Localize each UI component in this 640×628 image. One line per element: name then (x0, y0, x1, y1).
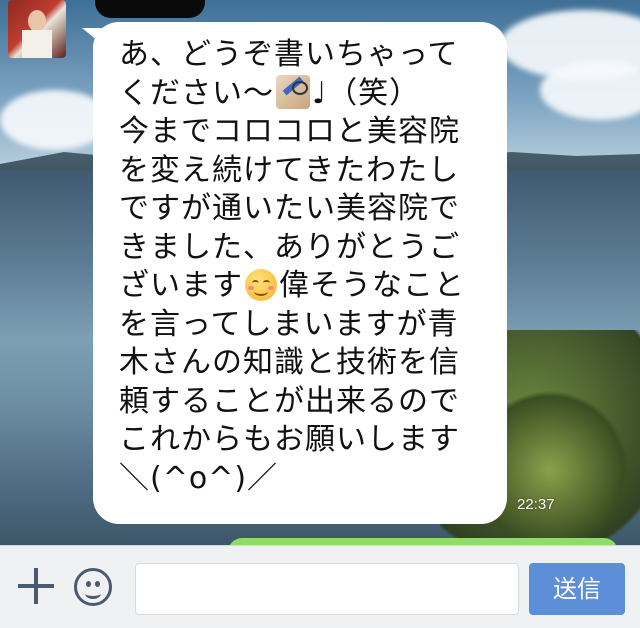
message-line: ざいます 偉そうなこと (119, 267, 493, 306)
message-line: ＼(^o^)／ (119, 460, 279, 496)
plus-icon[interactable] (16, 566, 56, 606)
avatar-face (28, 10, 46, 32)
message-line: 今までコロコロと美容院 (119, 114, 460, 149)
message-input[interactable] (135, 563, 519, 615)
smiley-icon[interactable] (74, 568, 112, 606)
smiley-mouth (85, 588, 101, 599)
message-text: ざいます (119, 268, 243, 303)
message-timestamp: 22:37 (517, 496, 555, 513)
message-composer: 送信 (0, 545, 640, 628)
message-text: ください〜 (119, 75, 274, 111)
message-text: 偉そうなこと (279, 268, 465, 303)
message-line: あ、どうぞ書いちゃって (119, 37, 459, 72)
message-line: 頼することが出来るので (119, 383, 460, 419)
avatar[interactable] (8, 0, 66, 58)
message-line: 木さんの知識と技術を信 (119, 345, 460, 380)
send-button[interactable]: 送信 (529, 563, 625, 615)
message-line: を変え続けてきたわたし (119, 152, 460, 188)
smiling-face-emoji-icon (245, 269, 277, 301)
message-line: きました、ありがとうご (119, 229, 460, 265)
avatar-shirt (22, 30, 52, 58)
message-line: これからもお願いします (119, 422, 460, 457)
smiley-eye (86, 581, 91, 587)
message-line: ですが通いたい美容院で (119, 191, 460, 226)
message-line: を言ってしまいますが青 (119, 306, 459, 342)
smiley-eye (95, 581, 100, 587)
message-bubble[interactable]: あ、どうぞ書いちゃって ください〜 ♩（笑） 今までコロコロと美容院 を変え続けて… (93, 22, 507, 524)
message-text: ♩（笑） (312, 75, 421, 111)
message-line: ください〜 ♩（笑） (119, 74, 493, 114)
pencil-glasses-emoji-icon (276, 74, 310, 109)
contact-name-redacted (95, 0, 205, 18)
